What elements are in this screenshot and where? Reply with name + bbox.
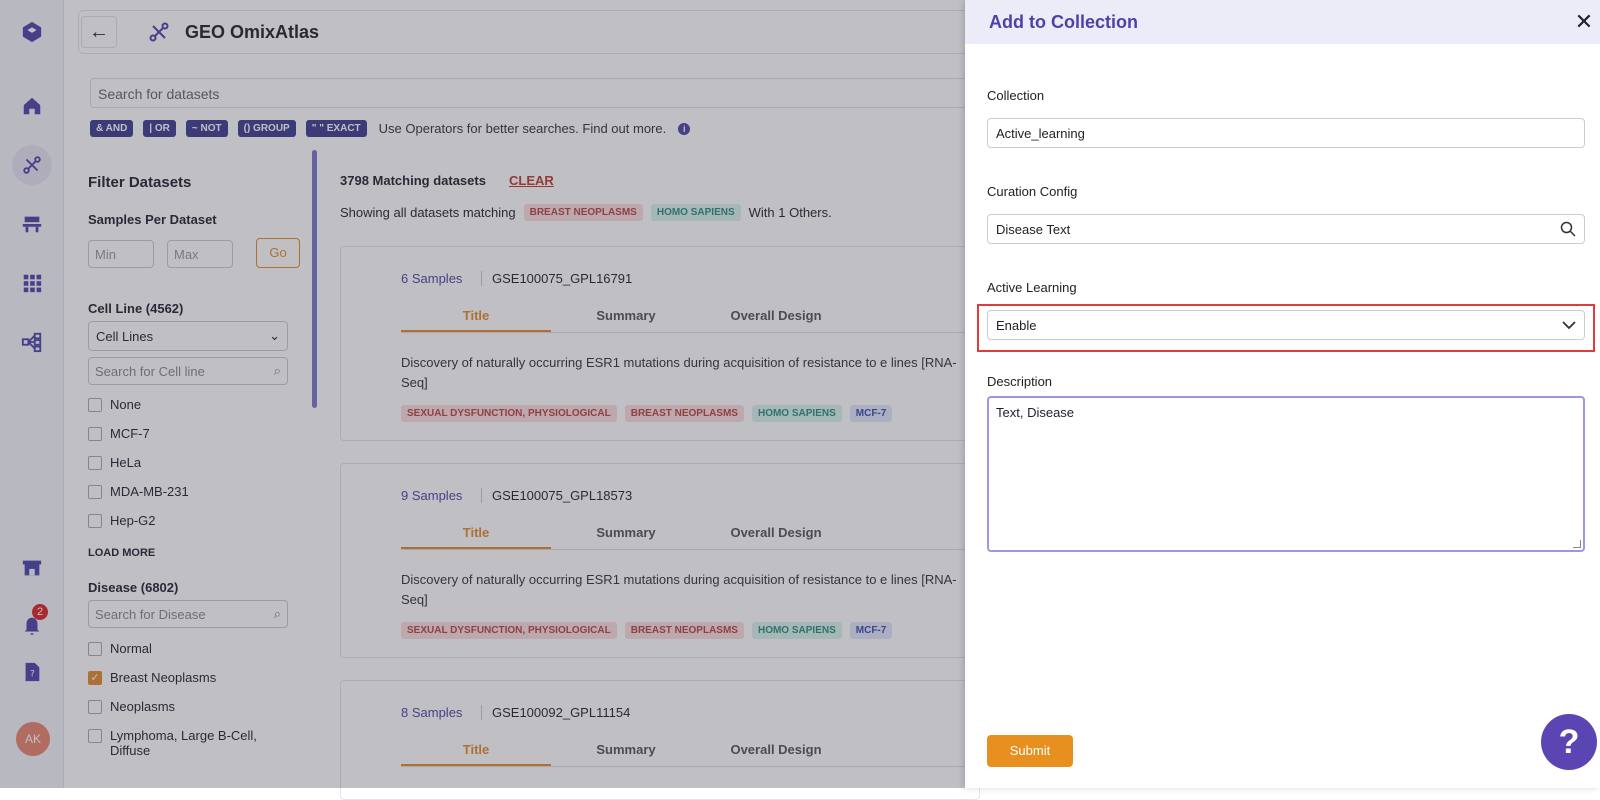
description-label: Description — [987, 374, 1053, 389]
description-value: Text, Disease — [996, 405, 1075, 420]
active-learning-value: Enable — [996, 317, 1037, 333]
modal-overlay[interactable] — [0, 0, 965, 788]
chevron-down-icon — [1562, 321, 1576, 330]
search-icon — [1560, 221, 1576, 237]
add-to-collection-drawer: Add to Collection ✕ Collection Active_le… — [965, 0, 1600, 788]
collection-label: Collection — [987, 88, 1045, 103]
collection-value: Active_learning — [996, 125, 1085, 141]
drawer-header: Add to Collection ✕ — [965, 0, 1600, 44]
close-icon[interactable]: ✕ — [1572, 10, 1596, 34]
curation-config-value: Disease Text — [996, 221, 1071, 237]
description-textarea[interactable]: Text, Disease — [987, 396, 1585, 552]
resize-handle[interactable] — [1573, 540, 1581, 548]
active-learning-select[interactable]: Enable — [987, 310, 1585, 340]
drawer-title: Add to Collection — [989, 11, 1138, 32]
help-button[interactable]: ? — [1541, 714, 1597, 770]
collection-field[interactable]: Active_learning — [987, 118, 1585, 148]
curation-config-field[interactable]: Disease Text — [987, 214, 1585, 244]
curation-config-label: Curation Config — [987, 184, 1078, 199]
active-learning-label: Active Learning — [987, 280, 1077, 295]
submit-button[interactable]: Submit — [987, 735, 1073, 767]
